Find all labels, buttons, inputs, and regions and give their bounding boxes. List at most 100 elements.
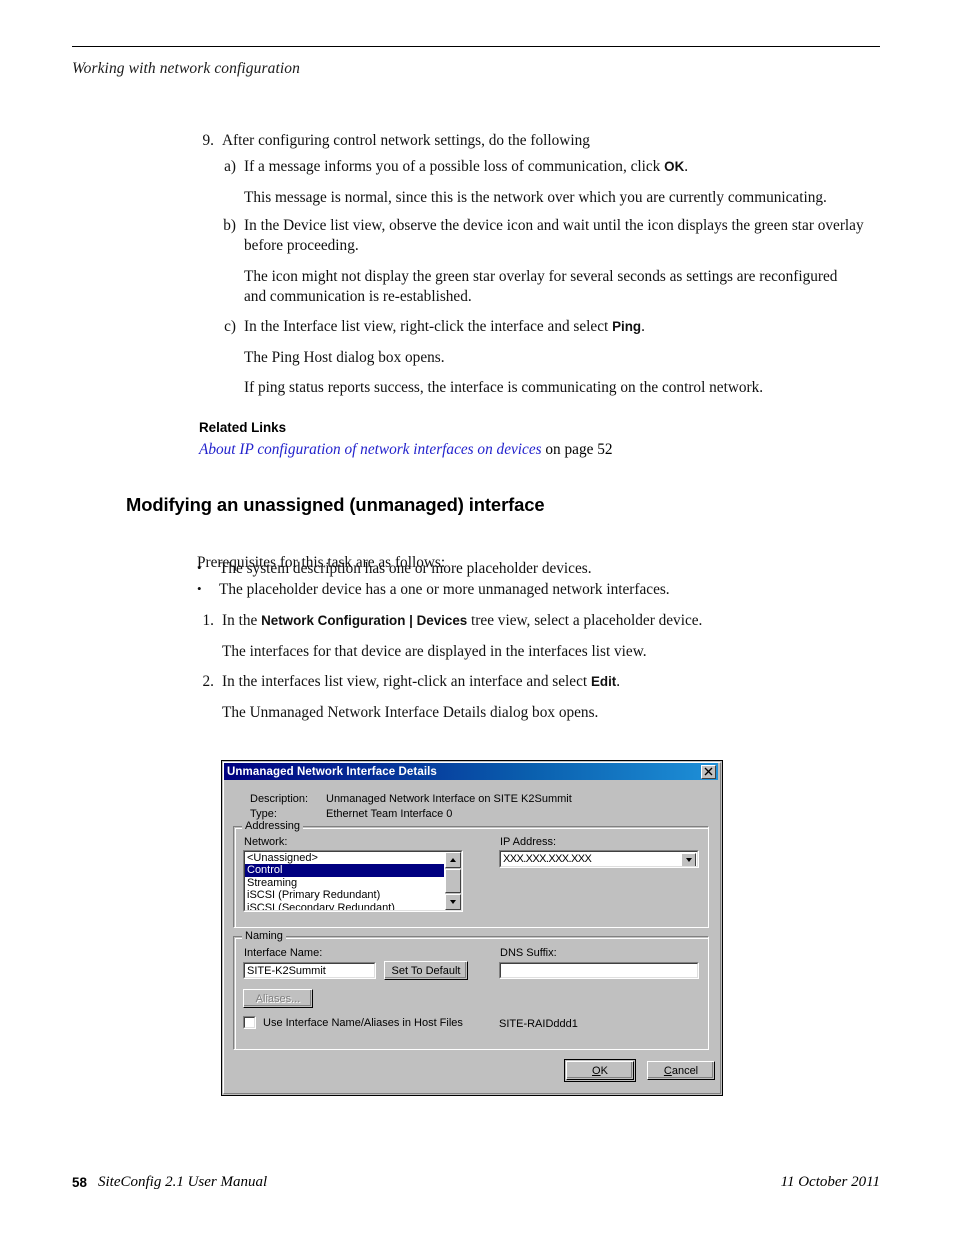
type-value: Ethernet Team Interface 0 xyxy=(326,808,453,820)
list-item[interactable]: iSCSI (Secondary Redundant) xyxy=(245,902,444,910)
prereq-bullet-1-text: The system description has one or more p… xyxy=(219,560,592,577)
addressing-legend: Addressing xyxy=(242,820,304,832)
list-item[interactable]: iSCSI (Primary Redundant) xyxy=(245,889,444,901)
related-link-page: on page 52 xyxy=(541,441,613,458)
checkbox-icon[interactable] xyxy=(243,1016,256,1029)
description-label: Description: xyxy=(250,793,309,805)
step-9a-marker: a) xyxy=(224,158,236,175)
dns-suffix-label: DNS Suffix: xyxy=(500,947,557,959)
step-9a: a) If a message informs you of a possibl… xyxy=(218,157,888,177)
section-heading: Modifying an unassigned (unmanaged) inte… xyxy=(126,494,545,515)
ok-button-label: OK xyxy=(592,1065,608,1077)
section-step-1-marker: 1. xyxy=(202,612,214,629)
footer-date: 11 October 2011 xyxy=(780,1174,880,1190)
header-rule xyxy=(72,46,880,47)
dialog-title: Unmanaged Network Interface Details xyxy=(227,765,437,778)
interface-name-label: Interface Name: xyxy=(244,947,323,959)
step-9a-note: This message is normal, since this is th… xyxy=(244,189,827,206)
step-9: 9. After configuring control network set… xyxy=(196,131,886,151)
prereq-bullet-2: • The placeholder device has a one or mo… xyxy=(197,580,847,600)
prereq-bullet-2-text: The placeholder device has a one or more… xyxy=(219,581,670,598)
section-step-1-after: tree view, select a placeholder device. xyxy=(467,612,703,629)
ip-address-combobox[interactable]: XXX.XXX.XXX.XXX xyxy=(499,850,699,868)
network-listbox[interactable]: <Unassigned> Control Streaming iSCSI (Pr… xyxy=(243,850,463,912)
ip-address-combobox-inner: XXX.XXX.XXX.XXX xyxy=(500,851,698,867)
step-9c-note-1: The Ping Host dialog box opens. xyxy=(244,349,445,366)
step-9b-marker: b) xyxy=(223,217,236,234)
section-step-2-text: In the interfaces list view, right-click… xyxy=(222,672,886,692)
footer-manual-title: SiteConfig 2.1 User Manual xyxy=(98,1174,268,1190)
naming-legend: Naming xyxy=(242,930,286,942)
step-9b-note: The icon might not display the green sta… xyxy=(244,268,838,306)
related-links-title: Related Links xyxy=(199,420,287,435)
document-page: Working with network configuration 9. Af… xyxy=(0,0,954,1235)
host-name-text: SITE-RAIDddd1 xyxy=(499,1018,578,1030)
close-icon[interactable] xyxy=(701,764,716,779)
scroll-down-icon[interactable] xyxy=(445,894,461,910)
section-step-1-note: The interfaces for that device are displ… xyxy=(222,643,647,660)
step-9a-text: If a message informs you of a possible l… xyxy=(244,157,888,177)
ip-address-label: IP Address: xyxy=(500,836,557,848)
step-9c-ui-term: Ping xyxy=(612,319,642,334)
step-9c: c) In the Interface list view, right-cli… xyxy=(218,317,888,337)
dialog-titlebar[interactable]: Unmanaged Network Interface Details xyxy=(224,763,718,780)
network-listbox-items: <Unassigned> Control Streaming iSCSI (Pr… xyxy=(245,852,444,910)
step-9c-text-after: . xyxy=(641,318,645,335)
cancel-accel-letter: C xyxy=(663,1064,672,1077)
list-item[interactable]: Control xyxy=(245,864,444,877)
aliases-button: Aliases... xyxy=(243,989,313,1008)
section-step-2-note: The Unmanaged Network Interface Details … xyxy=(222,704,599,721)
network-label: Network: xyxy=(244,836,288,848)
set-to-default-button[interactable]: Set To Default xyxy=(384,961,468,980)
section-step-2: 2. In the interfaces list view, right-cl… xyxy=(196,672,886,692)
related-links-entry: About IP configuration of network interf… xyxy=(199,441,613,459)
chevron-down-icon[interactable] xyxy=(681,853,696,866)
network-listbox-scrollbar[interactable] xyxy=(445,852,461,910)
network-listbox-inner: <Unassigned> Control Streaming iSCSI (Pr… xyxy=(244,851,462,911)
prereq-bullet-1: • The system description has one or more… xyxy=(197,559,847,579)
related-link-xref[interactable]: About IP configuration of network interf… xyxy=(199,441,542,458)
step-9a-ui-term: OK xyxy=(664,159,685,174)
dns-suffix-input[interactable] xyxy=(499,962,699,979)
ip-address-value: XXX.XXX.XXX.XXX xyxy=(503,853,592,865)
section-step-1: 1. In the Network Configuration | Device… xyxy=(196,611,886,631)
ok-button[interactable]: OK xyxy=(566,1061,634,1080)
bullet-icon: • xyxy=(197,560,202,575)
step-9a-text-after: . xyxy=(684,158,689,175)
bullet-icon: • xyxy=(197,581,202,596)
ok-accel: OK xyxy=(592,1064,608,1077)
step-9a-text-before: If a message informs you of a possible l… xyxy=(244,158,665,175)
scroll-up-icon[interactable] xyxy=(445,852,461,868)
step-9c-text-before: In the Interface list view, right-click … xyxy=(244,318,613,335)
list-item[interactable]: Streaming xyxy=(245,877,444,889)
use-host-files-checkbox[interactable]: Use Interface Name/Aliases in Host Files xyxy=(243,1016,463,1029)
cancel-button[interactable]: Cancel xyxy=(647,1061,715,1080)
step-9-marker: 9. xyxy=(202,132,214,149)
use-host-files-label: Use Interface Name/Aliases in Host Files xyxy=(263,1016,463,1029)
running-head: Working with network configuration xyxy=(72,60,301,77)
section-step-1-text: In the Network Configuration | Devices t… xyxy=(222,611,886,631)
cancel-button-label: Cancel xyxy=(663,1064,699,1077)
section-step-2-ui-term: Edit xyxy=(590,674,617,689)
step-9-text: After configuring control network settin… xyxy=(222,132,590,149)
description-value: Unmanaged Network Interface on SITE K2Su… xyxy=(326,793,572,805)
dns-suffix-input-inner xyxy=(500,963,698,978)
unmanaged-network-interface-details-dialog: Unmanaged Network Interface Details Desc… xyxy=(221,760,723,1096)
scrollbar-thumb[interactable] xyxy=(445,869,461,893)
step-9c-text: In the Interface list view, right-click … xyxy=(244,317,888,337)
dialog-body: Description: Unmanaged Network Interface… xyxy=(222,780,722,1095)
section-step-2-before: In the interfaces list view, right-click… xyxy=(222,673,591,690)
step-9b: b) In the Device list view, observe the … xyxy=(218,216,890,257)
section-step-1-ui-term: Network Configuration | Devices xyxy=(261,613,468,628)
interface-name-value: SITE-K2Summit xyxy=(247,965,326,977)
list-item[interactable]: <Unassigned> xyxy=(245,852,444,864)
section-step-2-marker: 2. xyxy=(202,673,214,690)
ok-accel-letter: O xyxy=(592,1064,601,1077)
section-step-2-after: . xyxy=(616,673,621,690)
step-9b-text: In the Device list view, observe the dev… xyxy=(244,217,864,255)
interface-name-input[interactable]: SITE-K2Summit xyxy=(243,962,376,979)
step-9c-note-2: If ping status reports success, the inte… xyxy=(244,379,764,396)
type-label: Type: xyxy=(250,808,277,820)
footer-page-number: 58 xyxy=(72,1175,87,1190)
interface-name-input-inner: SITE-K2Summit xyxy=(244,963,375,978)
